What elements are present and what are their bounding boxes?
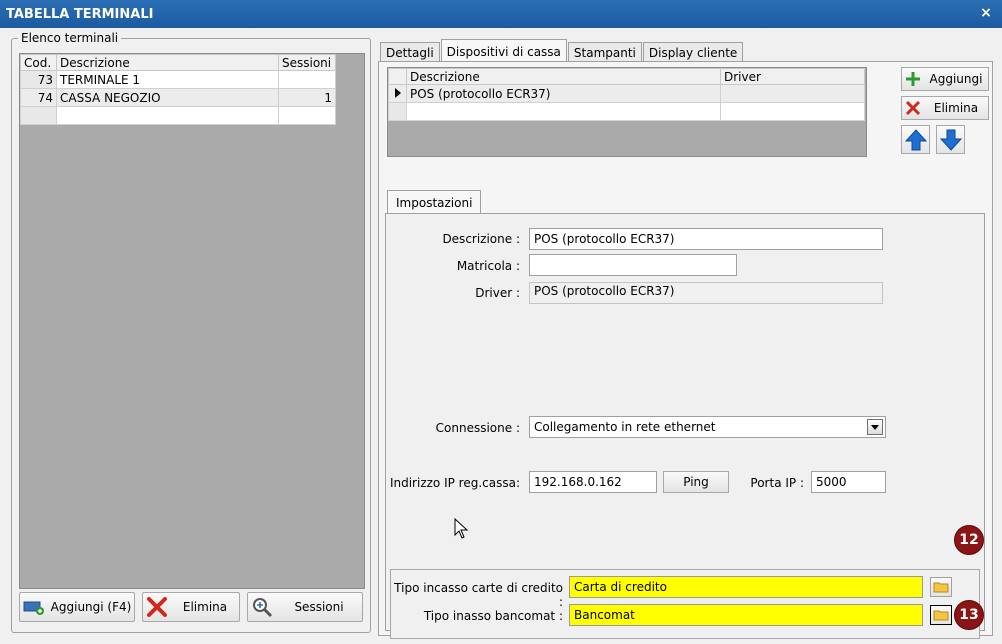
move-down-button[interactable] xyxy=(936,125,965,154)
folder-icon xyxy=(933,610,949,621)
magnifier-icon xyxy=(248,596,276,618)
chevron-down-icon[interactable] xyxy=(867,419,883,435)
cell-descrizione: CASSA NEGOZIO xyxy=(56,88,279,107)
driver-field: POS (protocollo ECR37) xyxy=(529,282,883,304)
column-header-cod[interactable]: Cod. xyxy=(20,54,57,71)
matricola-label: Matricola : xyxy=(456,259,520,273)
cell-cod: 74 xyxy=(20,88,57,107)
tab-dettagli[interactable]: Dettagli xyxy=(380,42,440,62)
payment-types-box: Tipo incasso carte di credito : Carta di… xyxy=(390,569,980,639)
tab-stampanti[interactable]: Stampanti xyxy=(567,42,642,62)
ip-label: Indirizzo IP reg.cassa: xyxy=(389,476,520,490)
title-bar: TABELLA TERMINALI × xyxy=(0,0,1002,28)
delete-terminal-button[interactable]: Elimina xyxy=(142,592,240,622)
cell-cod: 73 xyxy=(20,70,57,89)
credit-card-browse-button[interactable] xyxy=(930,577,952,597)
tab-dispositivi-di-cassa[interactable]: Dispositivi di cassa xyxy=(440,39,567,63)
table-row[interactable]: POS (protocollo ECR37) xyxy=(388,84,865,103)
window-title: TABELLA TERMINALI xyxy=(6,6,154,22)
cell-driver xyxy=(720,102,865,121)
terminals-groupbox: Elenco terminali Cod. Descrizione Sessio… xyxy=(11,31,371,633)
arrow-up-icon xyxy=(904,128,927,150)
groupbox-label: Elenco terminali xyxy=(18,31,122,45)
arrow-down-icon xyxy=(939,129,962,151)
cell-sessioni xyxy=(278,106,336,125)
cell-descrizione xyxy=(56,106,279,125)
add-terminal-label: Aggiungi (F4) xyxy=(50,600,132,614)
driver-label: Driver : xyxy=(475,286,520,300)
tab-impostazioni[interactable]: Impostazioni xyxy=(387,190,482,214)
delete-device-button[interactable]: Elimina xyxy=(901,96,989,120)
window-body: Elenco terminali Cod. Descrizione Sessio… xyxy=(0,28,1002,644)
sessions-label: Sessioni xyxy=(294,600,344,614)
descrizione-label: Descrizione : xyxy=(442,232,520,246)
connessione-select[interactable]: Collegamento in rete ethernet xyxy=(529,416,886,438)
terminals-grid[interactable]: Cod. Descrizione Sessioni 73 TERMINALE 1… xyxy=(19,53,365,589)
cell-descrizione: POS (protocollo ECR37) xyxy=(406,84,721,103)
porta-ip-label: Porta IP : xyxy=(750,476,804,490)
settings-panel: Descrizione : POS (protocollo ECR37) Mat… xyxy=(385,213,985,639)
delete-terminal-label: Elimina xyxy=(182,600,228,614)
bancomat-field[interactable]: Bancomat xyxy=(569,604,923,626)
add-terminal-button[interactable]: Aggiungi (F4) xyxy=(19,592,135,622)
tab-strip: Dettagli Dispositivi di cassa Stampanti … xyxy=(380,39,744,63)
callout-badge: 13 xyxy=(954,600,984,630)
delete-icon xyxy=(143,596,171,618)
connessione-value: Collegamento in rete ethernet xyxy=(534,420,716,434)
table-row[interactable]: 73 TERMINALE 1 xyxy=(20,70,336,89)
devices-tab-panel: Descrizione Driver POS (protocollo ECR37… xyxy=(378,61,993,639)
mouse-cursor-icon xyxy=(454,518,469,539)
tab-display-cliente[interactable]: Display cliente xyxy=(642,42,744,62)
current-row-indicator-icon xyxy=(388,84,407,103)
delete-device-label: Elimina xyxy=(933,101,979,115)
cell-driver xyxy=(720,84,865,103)
column-header-descrizione[interactable]: Descrizione xyxy=(56,54,279,71)
row-header xyxy=(388,102,407,121)
ip-field[interactable]: 192.168.0.162 xyxy=(529,471,657,493)
row-header-column xyxy=(388,68,407,85)
sessions-button[interactable]: Sessioni xyxy=(247,592,363,622)
ping-button[interactable]: Ping xyxy=(663,471,729,493)
matricola-field[interactable] xyxy=(529,254,737,276)
connessione-label: Connessione : xyxy=(435,421,520,435)
credit-card-label: Tipo incasso carte di credito : xyxy=(394,581,563,609)
move-up-button[interactable] xyxy=(901,125,930,154)
cell-sessioni: 1 xyxy=(278,88,336,107)
column-header-driver[interactable]: Driver xyxy=(720,68,865,85)
descrizione-field[interactable]: POS (protocollo ECR37) xyxy=(529,228,883,250)
devices-grid[interactable]: Descrizione Driver POS (protocollo ECR37… xyxy=(387,67,867,157)
add-terminal-icon xyxy=(20,599,48,615)
new-row[interactable] xyxy=(388,102,865,121)
terminals-table: Cod. Descrizione Sessioni 73 TERMINALE 1… xyxy=(20,54,336,125)
credit-card-field[interactable]: Carta di credito xyxy=(569,576,923,598)
bancomat-label: Tipo inasso bancomat : xyxy=(423,609,563,623)
cell-sessioni xyxy=(278,70,336,89)
folder-icon xyxy=(933,582,949,593)
new-row[interactable] xyxy=(20,106,336,125)
add-device-button[interactable]: Aggiungi xyxy=(901,67,989,91)
column-header-descrizione[interactable]: Descrizione xyxy=(406,68,721,85)
cell-descrizione xyxy=(406,102,721,121)
add-device-label: Aggiungi xyxy=(929,72,983,86)
plus-icon xyxy=(902,71,924,87)
close-icon[interactable]: × xyxy=(978,5,994,21)
delete-icon xyxy=(902,100,924,116)
column-header-sessioni[interactable]: Sessioni xyxy=(278,54,336,71)
cell-cod xyxy=(20,106,57,125)
porta-ip-field[interactable]: 5000 xyxy=(811,471,886,493)
devices-table: Descrizione Driver POS (protocollo ECR37… xyxy=(388,68,865,121)
bancomat-browse-button[interactable] xyxy=(930,605,952,625)
callout-badge: 12 xyxy=(954,525,984,555)
table-row[interactable]: 74 CASSA NEGOZIO 1 xyxy=(20,88,336,107)
cell-descrizione: TERMINALE 1 xyxy=(56,70,279,89)
